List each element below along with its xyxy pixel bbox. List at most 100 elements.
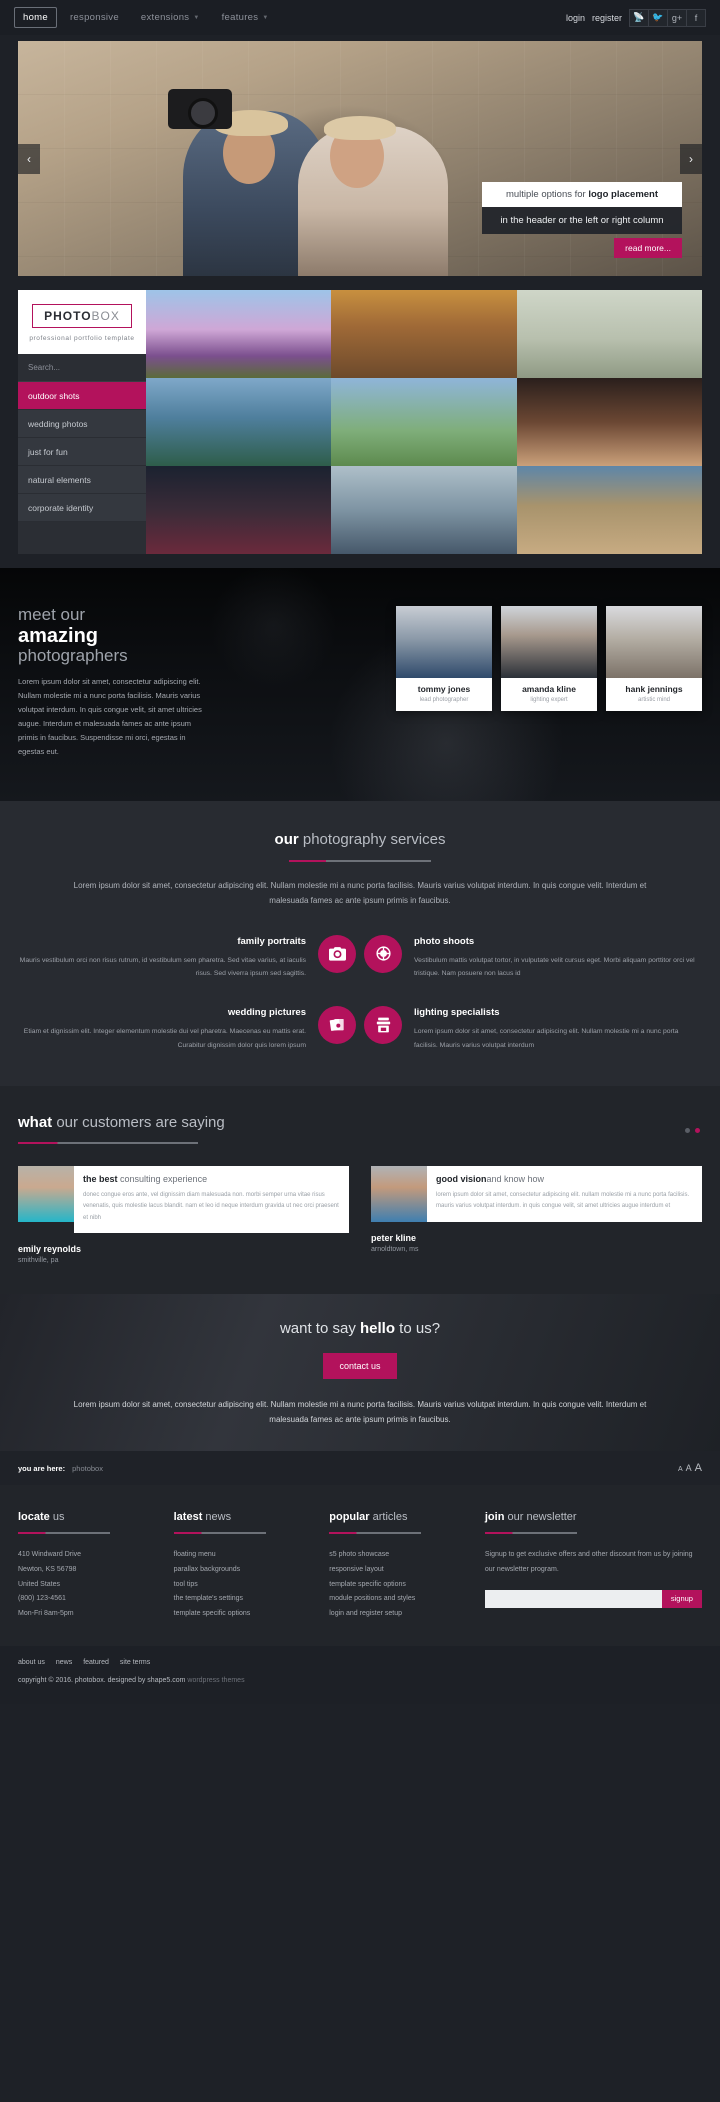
- testimonial-bubble: the best consulting experience donec con…: [74, 1165, 349, 1233]
- contact-cta-section: want to say hello to us? contact us Lore…: [0, 1293, 720, 1452]
- pagination-dot-1[interactable]: [685, 1127, 690, 1133]
- service-item-lighting-specialists[interactable]: lighting specialists Lorem ipsum dolor s…: [360, 1006, 702, 1052]
- services-grid: family portraits Mauris vestibulum orci …: [18, 934, 702, 1052]
- font-size-medium-button[interactable]: A: [686, 1463, 692, 1473]
- testimonial-heading: the best consulting experience: [83, 1174, 340, 1184]
- footer-link[interactable]: s5 photo showcase: [329, 1548, 467, 1563]
- photographer-card[interactable]: amanda kline lighting expert: [501, 606, 597, 711]
- portfolio-thumbnail[interactable]: [331, 466, 517, 554]
- bottom-link-news[interactable]: news: [56, 1659, 72, 1666]
- slider-next-arrow[interactable]: ›: [680, 143, 702, 174]
- sidebar-item-outdoor-shots[interactable]: outdoor shots: [18, 382, 146, 410]
- bottom-link-featured[interactable]: featured: [83, 1659, 109, 1666]
- newsletter-email-input[interactable]: [484, 1589, 662, 1608]
- footer-bottom-bar: about us news featured site terms copyri…: [0, 1645, 720, 1704]
- photographer-info: tommy jones lead photographer: [396, 678, 492, 711]
- portfolio-thumbnail[interactable]: [516, 290, 702, 378]
- register-link[interactable]: register: [592, 13, 622, 23]
- testimonials-title-rest: our customers are saying: [52, 1113, 225, 1131]
- nav-label-home: home: [23, 12, 48, 23]
- service-description: Etiam et dignissim elit. Integer element…: [23, 1028, 306, 1049]
- contact-us-button[interactable]: contact us: [323, 1352, 397, 1379]
- sidebar-item-just-for-fun[interactable]: just for fun: [18, 438, 146, 466]
- testimonial-author-name: emily reynolds: [18, 1243, 82, 1254]
- newsletter-signup-button[interactable]: signup: [661, 1589, 702, 1608]
- footer-link[interactable]: tool tips: [174, 1578, 312, 1593]
- section-divider: [18, 1141, 198, 1144]
- login-link[interactable]: login: [566, 13, 585, 23]
- font-size-small-button[interactable]: A: [678, 1466, 683, 1473]
- testimonials-title-bold: what: [18, 1113, 53, 1131]
- sidebar-item-natural-elements[interactable]: natural elements: [18, 466, 146, 494]
- rss-icon[interactable]: 📡: [629, 8, 649, 27]
- footer-link[interactable]: login and register setup: [329, 1607, 467, 1622]
- sidebar-item-wedding-photos[interactable]: wedding photos: [18, 410, 146, 438]
- footer-link[interactable]: template specific options: [329, 1578, 467, 1593]
- portfolio-thumbnail[interactable]: [331, 290, 517, 378]
- hero-read-more-button[interactable]: read more...: [614, 238, 682, 258]
- nav-item-features[interactable]: features ▼: [213, 7, 278, 28]
- testimonial-heading: good visionand know how: [436, 1174, 693, 1184]
- portfolio-thumbnail[interactable]: [146, 378, 332, 466]
- footer-link[interactable]: responsive layout: [329, 1563, 467, 1578]
- footer-link[interactable]: parallax backgrounds: [174, 1563, 312, 1578]
- footer-link[interactable]: module positions and styles: [329, 1592, 467, 1607]
- nav-item-home[interactable]: home: [14, 7, 57, 28]
- bottom-link-about-us[interactable]: about us: [18, 1659, 45, 1666]
- service-item-wedding-pictures[interactable]: wedding pictures Etiam et dignissim elit…: [18, 1006, 360, 1052]
- service-item-photo-shoots[interactable]: photo shoots Vestibulum mattis volutpat …: [360, 934, 702, 981]
- nav-item-extensions[interactable]: extensions ▼: [132, 7, 209, 28]
- photographer-card[interactable]: hank jennings artistic mind: [606, 606, 702, 711]
- portfolio-thumbnail[interactable]: [516, 466, 702, 554]
- photographer-card[interactable]: tommy jones lead photographer: [396, 606, 492, 711]
- photographer-name: tommy jones: [417, 684, 471, 694]
- font-size-large-button[interactable]: A: [695, 1462, 702, 1474]
- service-item-family-portraits[interactable]: family portraits Mauris vestibulum orci …: [18, 934, 360, 981]
- service-description: Mauris vestibulum orci non risus rutrum,…: [19, 956, 306, 978]
- twitter-icon[interactable]: 🐦: [648, 8, 668, 27]
- business-hours: Mon-Fri 8am-5pm: [18, 1610, 74, 1618]
- sidebar-item-corporate-identity[interactable]: corporate identity: [18, 494, 146, 522]
- breadcrumb: you are here: photobox A A A: [0, 1451, 720, 1486]
- testimonial-heading-bold: the best: [83, 1173, 118, 1184]
- footer-link[interactable]: the template's settings: [174, 1592, 312, 1607]
- heading-line-2: amazing: [18, 624, 99, 647]
- newsletter-form: signup: [484, 1589, 702, 1608]
- photographer-name: hank jennings: [625, 684, 683, 694]
- testimonial-top: the best consulting experience donec con…: [18, 1165, 349, 1233]
- footer-heading-newsletter: join our newsletter: [485, 1511, 702, 1523]
- site-logo[interactable]: PHOTOBOX professional portfolio template: [18, 290, 146, 354]
- portfolio-thumbnail[interactable]: [331, 378, 517, 466]
- testimonials-title: what our customers are saying: [18, 1114, 702, 1131]
- slider-prev-arrow[interactable]: ‹: [18, 143, 40, 174]
- footer-link[interactable]: template specific options: [174, 1607, 312, 1622]
- pagination-dot-2[interactable]: [695, 1127, 700, 1133]
- nav-item-responsive[interactable]: responsive: [61, 7, 128, 28]
- facebook-icon[interactable]: f: [686, 8, 706, 27]
- footer-heading-bold: join: [484, 1511, 505, 1524]
- sidebar-label: wedding photos: [28, 418, 88, 429]
- chevron-down-icon: ▼: [262, 14, 269, 21]
- footer-heading-bold: locate: [18, 1511, 50, 1524]
- footer-divider: [18, 1532, 110, 1535]
- photographer-role: lighting expert: [530, 697, 568, 703]
- testimonial-text: lorem ipsum dolor sit amet, consectetur …: [436, 1191, 690, 1210]
- portfolio-thumbnail[interactable]: [146, 290, 332, 378]
- googleplus-icon[interactable]: g+: [667, 8, 687, 27]
- breadcrumb-current-page[interactable]: photobox: [72, 1464, 103, 1473]
- footer-divider: [173, 1532, 266, 1535]
- nav-label-extensions: extensions: [140, 12, 190, 23]
- footer-heading-bold: latest: [173, 1511, 203, 1524]
- photographers-paragraph: Lorem ipsum dolor sit amet, consectetur …: [18, 677, 202, 756]
- sidebar-label: corporate identity: [28, 502, 94, 513]
- bottom-link-site-terms[interactable]: site terms: [120, 1659, 150, 1666]
- breadcrumb-label: you are here:: [18, 1463, 66, 1473]
- camera-icon: [318, 934, 356, 973]
- footer-heading-rest: us: [49, 1511, 65, 1524]
- search-input[interactable]: Search...: [18, 354, 146, 382]
- portfolio-thumbnail[interactable]: [146, 466, 332, 554]
- testimonial-author-location: arnoldtown, ms: [371, 1245, 419, 1253]
- portfolio-thumbnail[interactable]: [516, 378, 702, 466]
- hero-caption-primary-plain: multiple options for: [505, 189, 589, 200]
- footer-link[interactable]: floating menu: [174, 1548, 312, 1563]
